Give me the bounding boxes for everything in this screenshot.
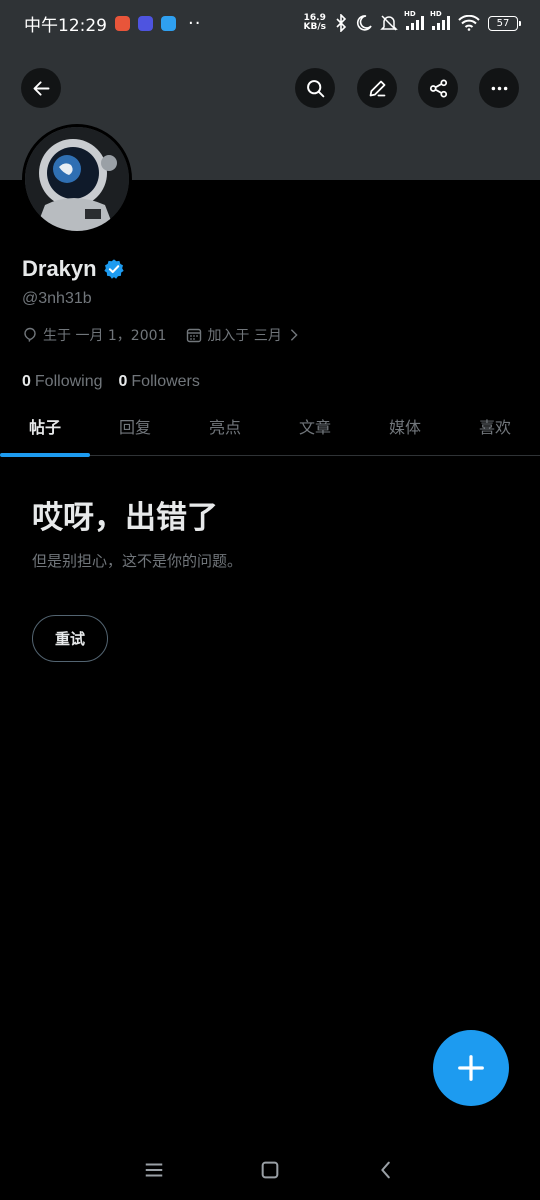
arrow-left-icon [33, 80, 49, 96]
wifi-icon [458, 15, 480, 31]
pencil-icon [369, 80, 385, 96]
balloon-icon [24, 327, 36, 342]
bluetooth-icon [336, 14, 347, 32]
upload-notification-icon [161, 15, 176, 31]
astronaut-avatar-image [25, 127, 129, 231]
tab-likes[interactable]: 喜欢 [450, 396, 540, 456]
share-icon [429, 78, 447, 98]
user-handle: @3nh31b [22, 290, 92, 307]
display-name: Drakyn [22, 256, 125, 282]
tab-posts[interactable]: 帖子 [0, 396, 90, 457]
error-subtitle: 但是别担心，这不是你的问题。 [32, 552, 243, 570]
signal-icon: HD [430, 10, 450, 30]
followers-link[interactable]: 0 Followers [119, 373, 200, 391]
error-title: 哎呀，出错了 [32, 500, 218, 536]
compose-button[interactable] [433, 1030, 509, 1106]
battery-indicator: 57 [488, 15, 521, 31]
retry-button[interactable]: 重试 [32, 615, 108, 662]
chevron-right-icon [290, 329, 298, 341]
status-bar: 中午12:29 ·· 16.9 KB/s HD HD 57 [0, 0, 540, 46]
follow-stats: 0 Following 0 Followers [22, 373, 200, 391]
birth-date: 生于 一月 1，2001 [22, 325, 166, 345]
verified-badge-icon[interactable] [103, 258, 125, 280]
search-button[interactable] [295, 68, 335, 108]
edit-button[interactable] [357, 68, 397, 108]
profile-tabs: 帖子 回复 亮点 文章 媒体 喜欢 [0, 396, 540, 457]
moon-icon [356, 15, 372, 31]
join-date[interactable]: 加入于 三月 [186, 325, 300, 345]
status-right: 16.9 KB/s HD HD 57 [303, 10, 521, 32]
following-link[interactable]: 0 Following [22, 373, 103, 391]
system-nav-bar [0, 1140, 540, 1200]
search-icon [306, 79, 324, 97]
app-notification-icon [115, 15, 130, 31]
status-time: 中午12:29 [24, 15, 107, 36]
status-left: 中午12:29 ·· [24, 11, 201, 36]
network-speed: 16.9 KB/s [303, 13, 326, 32]
tab-highlights[interactable]: 亮点 [180, 396, 270, 456]
tab-articles[interactable]: 文章 [270, 396, 360, 456]
more-button[interactable] [479, 68, 519, 108]
mute-icon [380, 15, 398, 31]
profile-meta: 生于 一月 1，2001 加入于 三月 [22, 325, 301, 345]
back-button[interactable] [21, 68, 61, 108]
back-chevron-icon[interactable] [375, 1159, 397, 1181]
signal-icon: HD [404, 10, 424, 30]
share-button[interactable] [418, 68, 458, 108]
more-notifications-icon: ·· [188, 12, 202, 34]
tab-media[interactable]: 媒体 [360, 396, 450, 456]
plus-icon [458, 1055, 484, 1081]
more-horizontal-icon [491, 86, 507, 90]
app-notification-icon [138, 15, 153, 31]
tab-replies[interactable]: 回复 [90, 396, 180, 456]
home-square-icon[interactable] [259, 1159, 281, 1181]
recents-menu-icon[interactable] [143, 1159, 165, 1181]
calendar-icon [187, 328, 202, 343]
avatar[interactable] [22, 124, 132, 234]
